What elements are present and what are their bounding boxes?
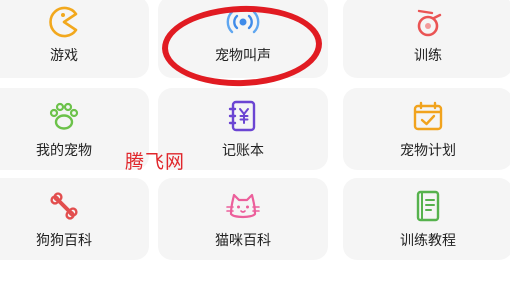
tile-cat-wiki[interactable]: 猫咪百科 xyxy=(158,178,328,260)
pacman-icon xyxy=(49,6,78,38)
tile-dog-wiki[interactable]: 狗狗百科 xyxy=(0,178,149,260)
whistle-icon xyxy=(417,9,442,37)
paw-icon xyxy=(49,102,79,130)
book-icon xyxy=(416,190,440,222)
watermark-text: 腾飞网 xyxy=(125,151,186,173)
tile-label: 训练教程 xyxy=(400,233,456,249)
ledger-icon xyxy=(228,100,256,132)
cat-face-icon xyxy=(226,193,260,219)
bone-icon xyxy=(50,192,78,220)
tile-label: 狗狗百科 xyxy=(36,233,92,249)
tile-label: 训练 xyxy=(414,48,442,64)
tile-training[interactable]: 训练 xyxy=(343,0,510,78)
tile-games[interactable]: 游戏 xyxy=(0,0,149,78)
tile-label: 猫咪百科 xyxy=(215,233,271,249)
tile-label: 游戏 xyxy=(50,48,78,64)
tile-label: 宠物计划 xyxy=(400,143,456,159)
tile-pet-plan[interactable]: 宠物计划 xyxy=(343,88,510,170)
calendar-check-icon xyxy=(413,101,443,131)
tile-training-tutorial[interactable]: 训练教程 xyxy=(343,178,510,260)
